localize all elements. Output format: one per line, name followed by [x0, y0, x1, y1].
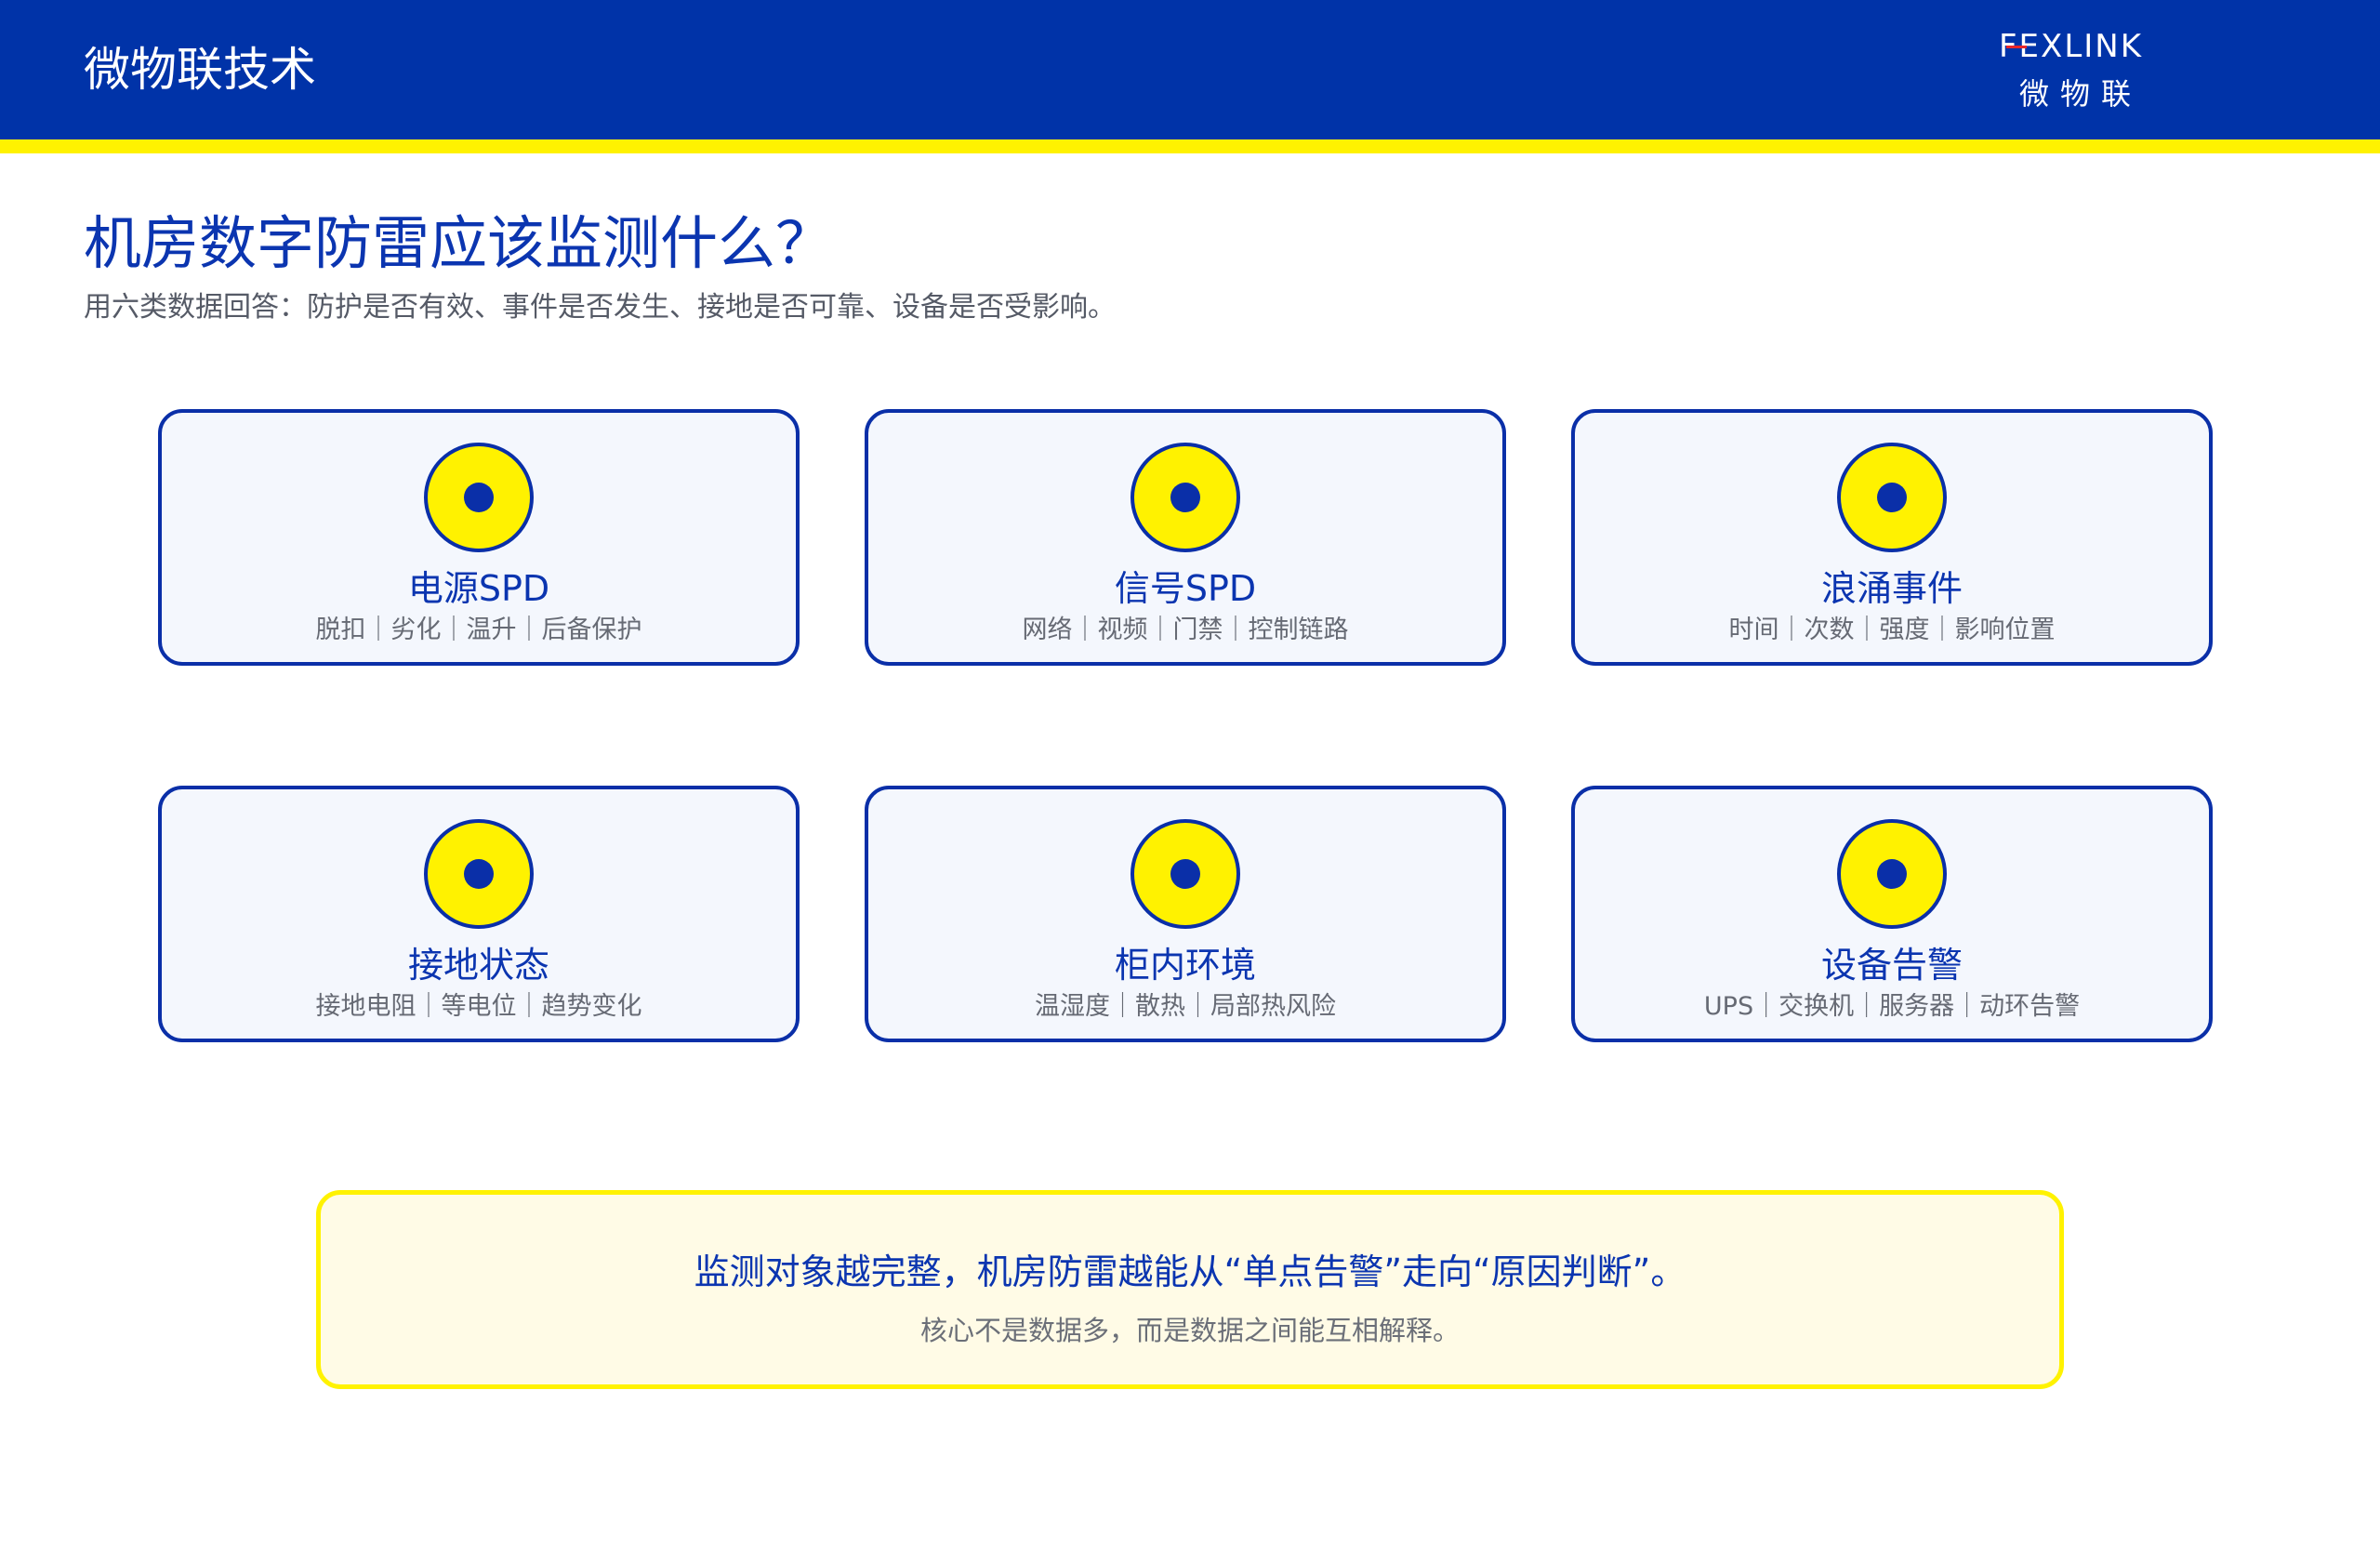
- callout-sub-text: 核心不是数据多，而是数据之间能互相解释。: [919, 1315, 1460, 1346]
- indicator-dot-icon: [1837, 443, 1947, 552]
- card-title: 设备告警: [1820, 945, 1963, 986]
- indicator-dot-center: [464, 859, 494, 889]
- card-cabinet-environment: 柜内环境 温湿度｜散热｜局部热风险: [865, 786, 1506, 1042]
- card-grounding-status: 接地状态 接地电阻｜等电位｜趋势变化: [158, 786, 800, 1042]
- logo-subtitle: 微物联: [2019, 76, 2143, 112]
- card-signal-spd: 信号SPD 网络｜视频｜门禁｜控制链路: [865, 409, 1506, 666]
- card-description: 网络｜视频｜门禁｜控制链路: [1022, 616, 1349, 644]
- card-description: 脱扣｜劣化｜温升｜后备保护: [315, 616, 642, 644]
- card-title: 信号SPD: [1114, 568, 1257, 609]
- indicator-dot-icon: [1130, 443, 1240, 552]
- header-accent-stripe: [0, 139, 2380, 153]
- indicator-dot-center: [1877, 859, 1907, 889]
- card-description: 时间｜次数｜强度｜影响位置: [1728, 616, 2056, 644]
- header-title: 微物联技术: [84, 43, 316, 97]
- indicator-dot-icon: [1837, 819, 1947, 929]
- header-bar: 微物联技术 FEXLINK 微物联: [0, 0, 2380, 139]
- card-device-alarms: 设备告警 UPS｜交换机｜服务器｜动环告警: [1571, 786, 2213, 1042]
- card-description: 接地电阻｜等电位｜趋势变化: [315, 992, 642, 1021]
- card-surge-events: 浪涌事件 时间｜次数｜强度｜影响位置: [1571, 409, 2213, 666]
- card-power-spd: 电源SPD 脱扣｜劣化｜温升｜后备保护: [158, 409, 800, 666]
- indicator-dot-icon: [424, 443, 534, 552]
- brand-logo: FEXLINK 微物联: [1971, 26, 2185, 119]
- summary-callout: 监测对象越完整，机房防雷越能从“单点告警”走向“原因判断”。 核心不是数据多，而…: [316, 1190, 2064, 1389]
- indicator-dot-center: [1170, 859, 1200, 889]
- indicator-dot-center: [1170, 483, 1200, 512]
- card-description: UPS｜交换机｜服务器｜动环告警: [1703, 992, 2081, 1021]
- page-subtitle: 用六类数据回答：防护是否有效、事件是否发生、接地是否可靠、设备是否受影响。: [84, 291, 1116, 324]
- logo-accent-mark: [2006, 46, 2027, 48]
- indicator-dot-icon: [424, 819, 534, 929]
- card-title: 接地状态: [407, 945, 549, 986]
- indicator-dot-icon: [1130, 819, 1240, 929]
- card-description: 温湿度｜散热｜局部热风险: [1035, 992, 1336, 1021]
- indicator-dot-center: [464, 483, 494, 512]
- callout-main-text: 监测对象越完整，机房防雷越能从“单点告警”走向“原因判断”。: [694, 1251, 1686, 1292]
- card-title: 柜内环境: [1114, 945, 1256, 986]
- card-title: 电源SPD: [407, 568, 550, 609]
- card-title: 浪涌事件: [1820, 568, 1963, 609]
- indicator-dot-center: [1877, 483, 1907, 512]
- page-title: 机房数字防雷应该监测什么？: [84, 209, 834, 277]
